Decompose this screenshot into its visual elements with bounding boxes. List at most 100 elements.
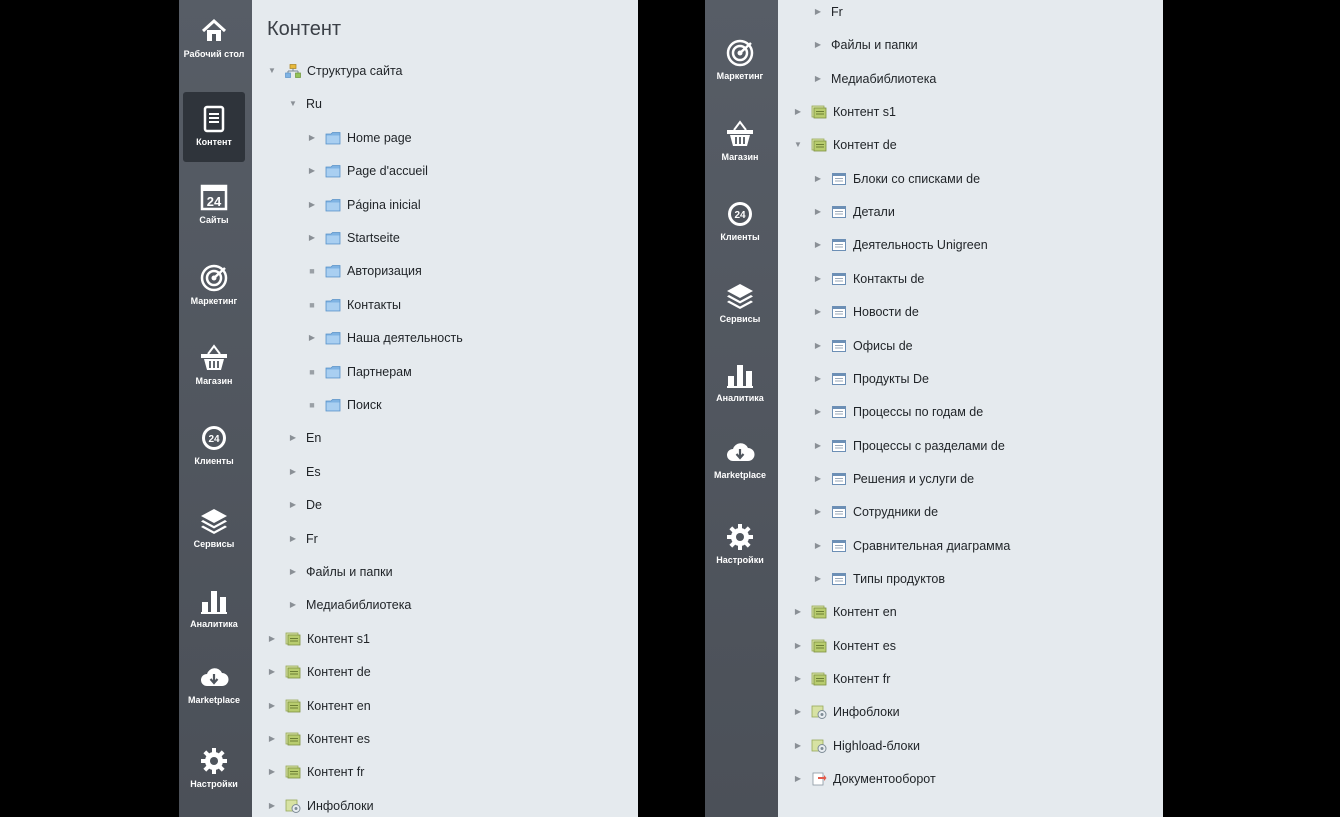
expand-arrow-icon[interactable]: ▶ [793,773,803,785]
expand-arrow-icon[interactable]: ▶ [267,766,277,778]
tree-item[interactable]: ▶ Контент de [267,660,371,684]
expand-arrow-icon[interactable]: ▶ [813,340,823,352]
expand-arrow-icon[interactable]: ▶ [267,733,277,745]
expand-arrow-icon[interactable]: ▶ [267,700,277,712]
tree-item[interactable]: ▶ Офисы de [813,334,913,358]
collapse-arrow-icon[interactable]: ▼ [793,139,803,151]
expand-arrow-icon[interactable]: ▶ [267,666,277,678]
expand-arrow-icon[interactable]: ▶ [307,332,317,344]
tree-item[interactable]: ▶ Startseite [307,226,400,250]
tree-item[interactable]: ▼ Структура сайта [267,59,402,83]
nav-item[interactable]: Магазин [183,327,245,397]
nav-item[interactable]: Marketplace [183,646,245,716]
expand-arrow-icon[interactable]: ▶ [813,39,823,51]
expand-arrow-icon[interactable]: ▶ [288,566,298,578]
expand-arrow-icon[interactable]: ▶ [288,432,298,444]
tree-item[interactable]: ▶ Fr [813,0,843,24]
expand-arrow-icon[interactable]: ▶ [307,165,317,177]
tree-item[interactable]: ▶ Инфоблоки [267,794,374,817]
tree-item[interactable]: ▶ Деятельность Unigreen [813,233,988,257]
tree-item[interactable]: ▶ Home page [307,126,412,150]
expand-arrow-icon[interactable]: ▶ [813,273,823,285]
tree-item[interactable]: ▶ Продукты De [813,367,929,391]
tree-item[interactable]: ▶ Файлы и папки [813,33,918,57]
tree-item[interactable]: ▶ Сотрудники de [813,500,938,524]
tree-item[interactable]: ▶ Контент fr [793,667,891,691]
expand-arrow-icon[interactable]: ▶ [793,640,803,652]
expand-arrow-icon[interactable]: ▶ [813,573,823,585]
tree-item[interactable]: ▶ Контент s1 [793,100,896,124]
nav-item[interactable]: Настройки [183,730,245,800]
expand-arrow-icon[interactable]: ▶ [793,706,803,718]
expand-arrow-icon[interactable]: ▶ [813,540,823,552]
expand-arrow-icon[interactable]: ▶ [307,132,317,144]
tree-item[interactable]: ▶ Процессы с разделами de [813,434,1005,458]
tree-item[interactable]: ■ Поиск [307,393,381,417]
tree-item[interactable]: ▶ Контент es [267,727,370,751]
expand-arrow-icon[interactable]: ▶ [288,499,298,511]
tree-item[interactable]: ▶ Fr [288,527,318,551]
tree-item[interactable]: ▶ Página inicial [307,193,421,217]
expand-arrow-icon[interactable]: ▶ [813,206,823,218]
tree-item[interactable]: ■ Авторизация [307,259,422,283]
tree-item[interactable]: ▶ Контент en [793,600,897,624]
expand-arrow-icon[interactable]: ▶ [307,232,317,244]
expand-arrow-icon[interactable]: ▶ [813,473,823,485]
expand-arrow-icon[interactable]: ▶ [288,466,298,478]
tree-item[interactable]: ▶ Контакты de [813,267,924,291]
tree-item[interactable]: ▶ Наша деятельность [307,326,463,350]
expand-arrow-icon[interactable]: ▶ [267,800,277,812]
tree-item[interactable]: ▶ Решения и услуги de [813,467,974,491]
tree-item[interactable]: ▶ De [288,493,322,517]
expand-arrow-icon[interactable]: ▶ [813,440,823,452]
tree-item[interactable]: ▶ Контент fr [267,760,365,784]
nav-item[interactable]: Маркетинг [183,247,245,317]
expand-arrow-icon[interactable]: ▶ [813,239,823,251]
collapse-arrow-icon[interactable]: ▼ [267,65,277,77]
tree-item[interactable]: ▶ En [288,426,321,450]
tree-item[interactable]: ▶ Типы продуктов [813,567,945,591]
expand-arrow-icon[interactable]: ▶ [813,73,823,85]
tree-item[interactable]: ▶ Детали [813,200,895,224]
tree-item[interactable]: ▶ Новости de [813,300,919,324]
tree-item[interactable]: ▶ Файлы и папки [288,560,393,584]
expand-arrow-icon[interactable]: ▶ [288,599,298,611]
tree-item[interactable]: ▶ Page d'accueil [307,159,428,183]
nav-item[interactable]: Контент [183,92,245,162]
tree-item[interactable]: ▶ Инфоблоки [793,700,900,724]
tree-item[interactable]: ▼ Контент de [793,133,897,157]
tree-item[interactable]: ▶ Контент es [793,634,896,658]
nav-item[interactable]: Marketplace [709,421,771,491]
expand-arrow-icon[interactable]: ▶ [813,173,823,185]
expand-arrow-icon[interactable]: ▶ [813,506,823,518]
expand-arrow-icon[interactable]: ▶ [793,106,803,118]
expand-arrow-icon[interactable]: ▶ [307,199,317,211]
tree-item[interactable]: ▶ Блоки со списками de [813,167,980,191]
tree-item[interactable]: ■ Партнерам [307,360,411,384]
tree-item[interactable]: ▶ Документооборот [793,767,936,791]
nav-item[interactable]: Рабочий стол [183,0,245,70]
nav-item[interactable]: Аналитика [183,570,245,640]
tree-item[interactable]: ▶ Контент s1 [267,627,370,651]
tree-item[interactable]: ▼ Ru [288,92,322,116]
expand-arrow-icon[interactable]: ▶ [813,373,823,385]
tree-item[interactable]: ▶ Highload-блоки [793,734,920,758]
tree-item[interactable]: ▶ Медиабиблиотека [813,67,936,91]
nav-item[interactable]: 24 Клиенты [709,183,771,253]
expand-arrow-icon[interactable]: ▶ [813,306,823,318]
expand-arrow-icon[interactable]: ▶ [793,606,803,618]
tree-item[interactable]: ▶ Процессы по годам de [813,400,983,424]
nav-item[interactable]: Сервисы [709,265,771,335]
expand-arrow-icon[interactable]: ▶ [813,406,823,418]
tree-item[interactable]: ■ Контакты [307,293,401,317]
tree-item[interactable]: ▶ Es [288,460,321,484]
tree-item[interactable]: ▶ Контент en [267,694,371,718]
expand-arrow-icon[interactable]: ▶ [288,533,298,545]
expand-arrow-icon[interactable]: ▶ [267,633,277,645]
expand-arrow-icon[interactable]: ▶ [793,673,803,685]
tree-item[interactable]: ▶ Сравнительная диаграмма [813,534,1010,558]
expand-arrow-icon[interactable]: ▶ [793,740,803,752]
expand-arrow-icon[interactable]: ▶ [813,6,823,18]
collapse-arrow-icon[interactable]: ▼ [288,98,298,110]
nav-item[interactable]: Маркетинг [709,22,771,92]
